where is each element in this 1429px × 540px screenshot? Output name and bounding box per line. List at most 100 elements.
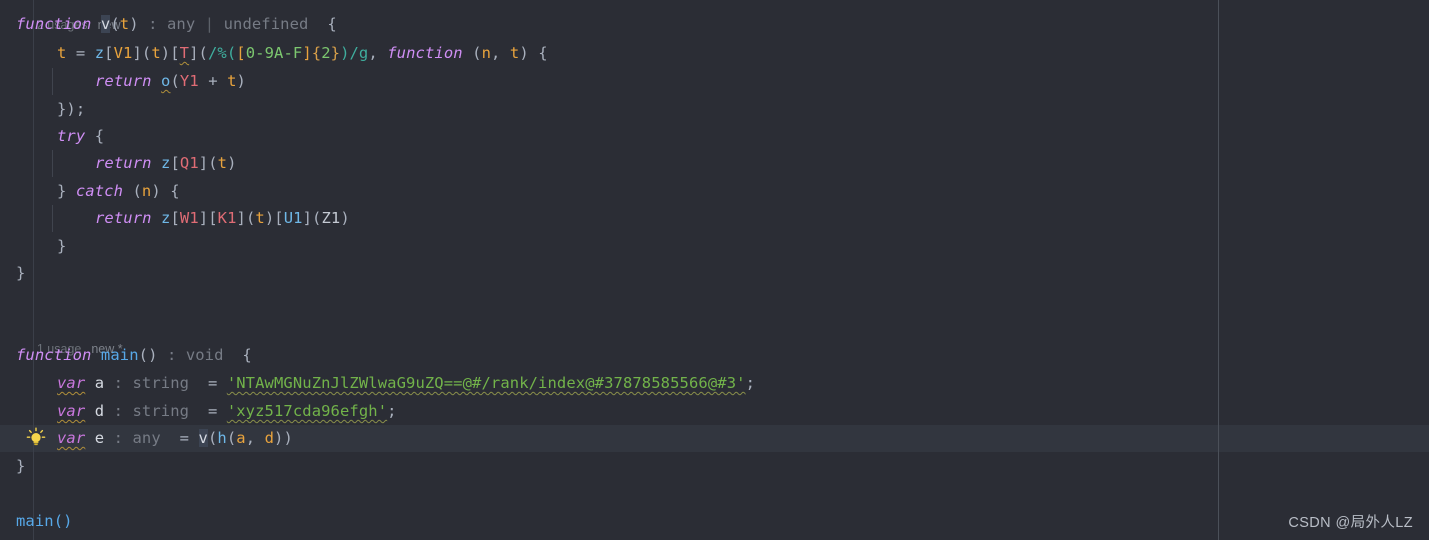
usage-hint-main[interactable]: 1 usage new * [16, 319, 123, 356]
keyword-return: return [95, 72, 152, 90]
code-line[interactable]: main() [16, 508, 73, 535]
code-line[interactable]: } [57, 233, 66, 260]
arg-t: t [227, 72, 237, 90]
code-content[interactable]: 2 usagesnew function v(t) : any | undefi… [0, 0, 1218, 540]
code-line[interactable]: return z[W1][K1](t)[U1](Z1) [95, 205, 350, 232]
inlay-hint-undefined: undefined [223, 15, 309, 33]
paren-close: ) [340, 209, 350, 227]
comma: , [491, 44, 510, 62]
brace-close: } [16, 457, 26, 475]
function-call-main[interactable]: main() [16, 512, 73, 530]
index-T: T [179, 44, 190, 62]
editor-pane-divider[interactable] [1218, 0, 1219, 540]
comma: , [245, 429, 265, 447]
code-line[interactable]: } [16, 260, 25, 287]
paren-close: ) [129, 15, 139, 33]
index-Q1: Q1 [179, 154, 199, 172]
inlay-hint-type: : any [148, 15, 196, 33]
param-t: t [509, 44, 520, 62]
bracket-close: ]( [302, 209, 322, 227]
paren-open: ( [462, 44, 482, 62]
code-editor[interactable]: 2 usagesnew function v(t) : any | undefi… [0, 0, 1429, 540]
inlay-hint-string: : string [113, 374, 190, 392]
brace-open: ) { [519, 44, 548, 62]
keyword-var: var [57, 374, 86, 392]
object-z: z [94, 44, 105, 62]
code-line[interactable]: try { [57, 123, 104, 150]
var-name-a: a [94, 374, 105, 392]
paren-close: ) [227, 154, 237, 172]
function-name-main[interactable]: main [101, 346, 139, 364]
close-callback: }); [57, 100, 86, 118]
code-line[interactable]: return o(Y1 + t) [95, 68, 246, 95]
bracket-close: ]( [198, 154, 218, 172]
arg-d: d [264, 429, 275, 447]
index-U1: U1 [283, 209, 303, 227]
paren-open: ( [123, 182, 142, 200]
code-line[interactable]: } catch (n) { [57, 178, 180, 205]
paren-close: )[ [160, 44, 180, 62]
paren-close: ) [236, 72, 246, 90]
bracket-close: ][ [198, 209, 218, 227]
code-line[interactable]: function v(t) : any | undefined { [16, 11, 337, 38]
comma: , [368, 44, 388, 62]
regex-quant-open: { [311, 44, 322, 62]
param-n: n [141, 182, 152, 200]
bracket-open: [ [104, 44, 114, 62]
var-name-e: e [94, 429, 105, 447]
regex-literal-tail: )/g [340, 44, 369, 62]
index-W1: W1 [179, 209, 199, 227]
plus-operator: + [198, 72, 228, 90]
code-line-current[interactable]: var e : any = v(h(a, d)) [57, 425, 293, 452]
index-K1: K1 [217, 209, 237, 227]
inlay-hint-void: : void [166, 346, 224, 364]
inlay-hint-string: : string [113, 402, 190, 420]
brace-open: { [308, 15, 337, 33]
function-name-v[interactable]: v [100, 15, 111, 33]
function-h: h [217, 429, 227, 447]
bracket-close: ]( [189, 44, 208, 62]
code-line[interactable]: var a : string = 'NTAwMGNuZnJlZWlwaG9uZQ… [57, 370, 755, 397]
function-o: o [161, 72, 171, 90]
function-call-v[interactable]: v [198, 429, 208, 447]
code-line[interactable]: }); [57, 96, 85, 123]
keyword-return: return [95, 209, 152, 227]
code-line[interactable]: } [16, 453, 25, 480]
var-name-d: d [94, 402, 105, 420]
semicolon: ; [745, 374, 755, 392]
bracket-open: [ [170, 209, 180, 227]
keyword-return: return [95, 154, 152, 172]
lightbulb-icon[interactable] [26, 427, 46, 449]
brace-open: { [223, 346, 252, 364]
assign-operator: = [189, 402, 227, 420]
param-n: n [481, 44, 492, 62]
code-line[interactable]: function main() : void { [16, 342, 252, 369]
string-literal-a: 'NTAwMGNuZnJlZWlwaG9uZQ==@#/rank/index@#… [226, 374, 746, 392]
arg-a: a [236, 429, 246, 447]
brace-open: ) { [151, 182, 180, 200]
arg-t: t [255, 209, 265, 227]
bracket-open: [ [170, 154, 180, 172]
arg-t: t [217, 154, 228, 172]
regex-charclass-close: ] [302, 44, 312, 62]
assign-operator: = [189, 374, 227, 392]
code-line[interactable]: t = z[V1](t)[T](/%([0-9A-F]{2})/g, funct… [57, 40, 548, 67]
regex-literal-part: /%( [207, 44, 237, 62]
lightbulb-glyph [26, 427, 46, 446]
bracket-close: ]( [132, 44, 152, 62]
code-line[interactable]: return z[Q1](t) [95, 150, 237, 177]
keyword-function: function [16, 15, 92, 33]
watermark: CSDN @局外人LZ [1288, 515, 1413, 531]
keyword-var: var [57, 402, 86, 420]
brace-open: { [85, 127, 105, 145]
paren-open: ( [110, 15, 120, 33]
paren-close: )[ [264, 209, 284, 227]
regex-charclass-open: [ [236, 44, 246, 62]
code-line[interactable]: var d : string = 'xyz517cda96efgh'; [57, 398, 397, 425]
keyword-function: function [387, 44, 463, 62]
regex-charclass-body: 0-9A-F [245, 44, 303, 62]
paren-open: ( [170, 72, 180, 90]
keyword-catch: catch [75, 182, 124, 200]
arg-t: t [151, 44, 161, 62]
brace-close: } [16, 264, 26, 282]
